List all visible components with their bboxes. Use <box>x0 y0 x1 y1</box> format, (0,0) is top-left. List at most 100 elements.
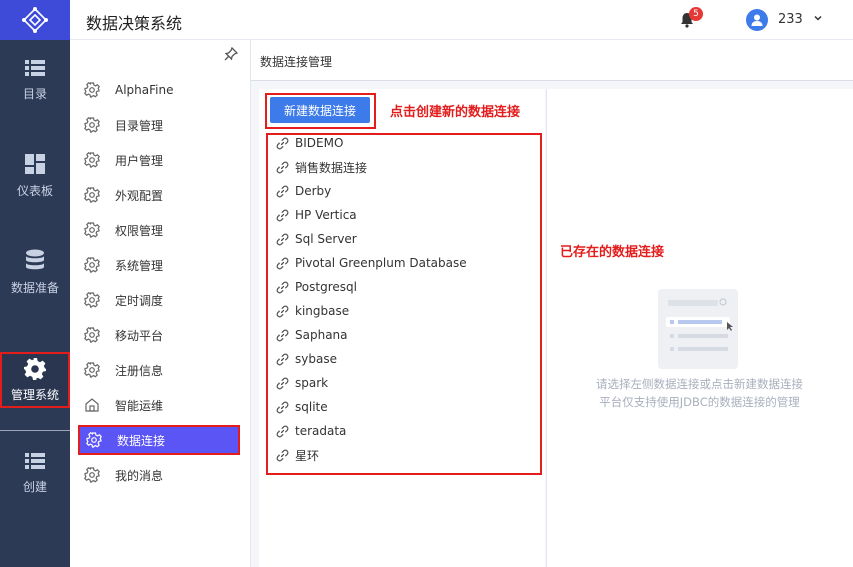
avatar[interactable] <box>746 9 768 31</box>
sidebar-item-label: 外观配置 <box>115 188 164 203</box>
sidebar-item[interactable]: 用户管理 <box>78 145 240 175</box>
sidebar-item-label: 系统管理 <box>115 258 164 273</box>
breadcrumb-bar: 数据连接管理 <box>251 40 853 81</box>
sidebar-item[interactable]: 移动平台 <box>78 320 240 350</box>
gear-icon <box>84 152 100 168</box>
nav-label: 仪表板 <box>16 183 53 198</box>
sidebar-item[interactable]: 定时调度 <box>78 285 240 315</box>
ops-icon <box>85 398 99 412</box>
sidebar-item-label: 移动平台 <box>115 328 164 343</box>
new-connection-button[interactable]: 新建数据连接 <box>270 97 370 123</box>
app-title: 数据决策系统 <box>86 14 183 33</box>
gear-icon <box>84 467 100 483</box>
connection-name: sybase <box>295 352 337 366</box>
nav-item-management[interactable]: 管理系统 <box>0 352 70 408</box>
link-icon <box>276 425 289 437</box>
gear-icon <box>84 117 100 133</box>
link-icon <box>276 401 289 413</box>
nav-label: 管理系统 <box>10 387 59 402</box>
link-icon <box>276 281 289 293</box>
link-icon <box>276 161 289 173</box>
chevron-down-icon[interactable] <box>813 13 823 23</box>
connection-name: sqlite <box>295 400 328 414</box>
sidebar-item[interactable]: 外观配置 <box>78 180 240 210</box>
dashboard-icon <box>25 153 45 174</box>
link-icon <box>276 185 289 197</box>
connection-name: spark <box>295 376 329 390</box>
sidebar-item[interactable]: 权限管理 <box>78 215 240 245</box>
connection-item[interactable]: HP Vertica <box>276 205 357 225</box>
link-icon <box>276 353 289 365</box>
sidebar-item-label: 数据连接 <box>117 433 166 448</box>
nav-item-dashboard[interactable]: 仪表板 <box>0 145 70 207</box>
gear-icon <box>84 257 100 273</box>
connection-item[interactable]: Derby <box>276 181 331 201</box>
sidebar-item-label: 我的消息 <box>115 468 164 483</box>
nav-label: 目录 <box>22 86 47 101</box>
gear-icon <box>84 187 100 203</box>
nav-divider <box>0 430 70 431</box>
username[interactable]: 233 <box>778 12 803 27</box>
link-icon <box>276 209 289 221</box>
connection-name: kingbase <box>295 304 350 318</box>
connection-name: teradata <box>295 424 347 438</box>
connection-item[interactable]: 星环 <box>276 445 319 465</box>
sidebar-item[interactable]: 目录管理 <box>78 110 240 140</box>
empty-state-illustration <box>658 289 738 369</box>
connection-item[interactable]: spark <box>276 373 328 393</box>
link-icon <box>276 305 289 317</box>
sidebar-item[interactable]: 注册信息 <box>78 355 240 385</box>
link-icon <box>276 377 289 389</box>
empty-state-text-2: 平台仅支持使用JDBC的数据连接的管理 <box>599 395 800 409</box>
link-icon <box>276 233 289 245</box>
sidebar-item[interactable]: 系统管理 <box>78 250 240 280</box>
connection-item[interactable]: kingbase <box>276 301 349 321</box>
nav-item-catalog[interactable]: 目录 <box>0 49 70 111</box>
sidebar-item[interactable]: 数据连接 <box>78 425 240 455</box>
connection-item[interactable]: 销售数据连接 <box>276 157 367 177</box>
pin-icon[interactable] <box>224 47 238 61</box>
connection-name: Postgresql <box>295 280 357 294</box>
sidebar-item-label: 用户管理 <box>115 153 164 168</box>
connection-item[interactable]: Sql Server <box>276 229 357 249</box>
gear-icon <box>84 82 100 98</box>
nav-label: 数据准备 <box>10 280 59 295</box>
gear-icon <box>84 362 100 378</box>
connection-item[interactable]: Pivotal Greenplum Database <box>276 253 467 273</box>
sidebar-item[interactable]: AlphaFine <box>78 75 240 105</box>
connection-name: Pivotal Greenplum Database <box>295 256 467 270</box>
database-icon <box>26 249 44 269</box>
connection-item[interactable]: Postgresql <box>276 277 357 297</box>
connection-name: 星环 <box>295 448 320 463</box>
annotation-new: 点击创建新的数据连接 <box>390 105 521 120</box>
connection-item[interactable]: sqlite <box>276 397 328 417</box>
user-icon <box>751 14 763 26</box>
sidebar-item-label: 目录管理 <box>115 118 164 133</box>
link-icon <box>276 449 289 461</box>
sidebar-item[interactable]: 我的消息 <box>78 460 240 490</box>
connection-name: Saphana <box>295 328 348 342</box>
connection-item[interactable]: BIDEMO <box>276 133 343 153</box>
gear-icon <box>84 327 100 343</box>
list-icon <box>25 452 45 469</box>
gear-icon <box>84 222 100 238</box>
connection-item[interactable]: Saphana <box>276 325 348 345</box>
nav-item-create[interactable]: 创建 <box>0 442 70 504</box>
connection-item[interactable]: teradata <box>276 421 346 441</box>
gear-icon <box>86 432 102 448</box>
gear-icon <box>84 292 100 308</box>
sidebar-item[interactable]: 智能运维 <box>78 390 240 420</box>
empty-state-text-1: 请选择左侧数据连接或点击新建数据连接 <box>596 377 803 391</box>
sidebar-item-label: 定时调度 <box>115 293 164 308</box>
gear-icon <box>24 357 46 380</box>
primary-nav: 目录 仪表板 数据准备 管理系统 创建 <box>0 40 70 567</box>
notification-badge: 5 <box>689 7 703 21</box>
connection-name: HP Vertica <box>295 208 357 222</box>
top-header: 数据决策系统 5 233 <box>0 0 853 40</box>
nav-item-data-prep[interactable]: 数据准备 <box>0 241 70 303</box>
connection-name: Derby <box>295 184 332 198</box>
connection-item[interactable]: sybase <box>276 349 337 369</box>
app-logo[interactable] <box>0 0 70 40</box>
sidebar-item-label: 权限管理 <box>115 223 164 238</box>
annotation-existing: 已存在的数据连接 <box>560 245 665 260</box>
